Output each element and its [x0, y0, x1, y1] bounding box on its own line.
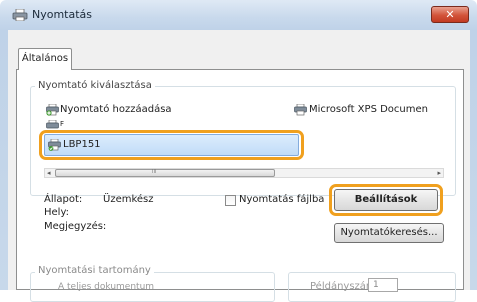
tab-general[interactable]: Általános	[18, 48, 72, 70]
copies-value: 1	[373, 280, 379, 290]
page-range-label: Nyomtatási tartomány	[35, 265, 154, 276]
scroll-left-icon[interactable]: ◂	[47, 169, 51, 177]
printer-item-add-printer[interactable]: Nyomtató hozzáadása	[60, 104, 172, 115]
scroll-thumb[interactable]: III	[55, 169, 275, 177]
highlight-callout	[329, 184, 443, 216]
add-printer-icon	[46, 104, 59, 116]
printer-icon	[294, 104, 307, 116]
close-button[interactable]: ✕	[431, 6, 469, 23]
all-pages-option[interactable]: A teljes dokumentum	[58, 282, 154, 292]
comment-label: Megjegyzés:	[44, 221, 107, 232]
printer-selection-label: Nyomtató kiválasztása	[35, 80, 155, 91]
printer-item-fax[interactable]: F	[60, 120, 64, 128]
scroll-grip-icon: III	[152, 169, 157, 175]
printer-icon	[12, 9, 28, 21]
scroll-right-icon[interactable]: ▸	[437, 169, 441, 177]
print-to-file-checkbox[interactable]	[225, 195, 236, 206]
horizontal-scrollbar[interactable]: ◂ III ▸	[44, 168, 444, 178]
print-to-file-label[interactable]: Nyomtatás fájlba	[239, 194, 324, 205]
find-printer-button[interactable]: Nyomtatókeresés...	[334, 223, 444, 243]
printer-item-xps[interactable]: Microsoft XPS Documen	[309, 104, 428, 115]
window-title: Nyomtatás	[32, 8, 93, 21]
title-bar[interactable]: Nyomtatás ✕	[0, 0, 477, 30]
location-label: Hely:	[44, 207, 70, 218]
status-value: Üzemkész	[103, 194, 154, 205]
status-label: Állapot:	[44, 194, 83, 205]
highlight-callout	[39, 130, 304, 160]
